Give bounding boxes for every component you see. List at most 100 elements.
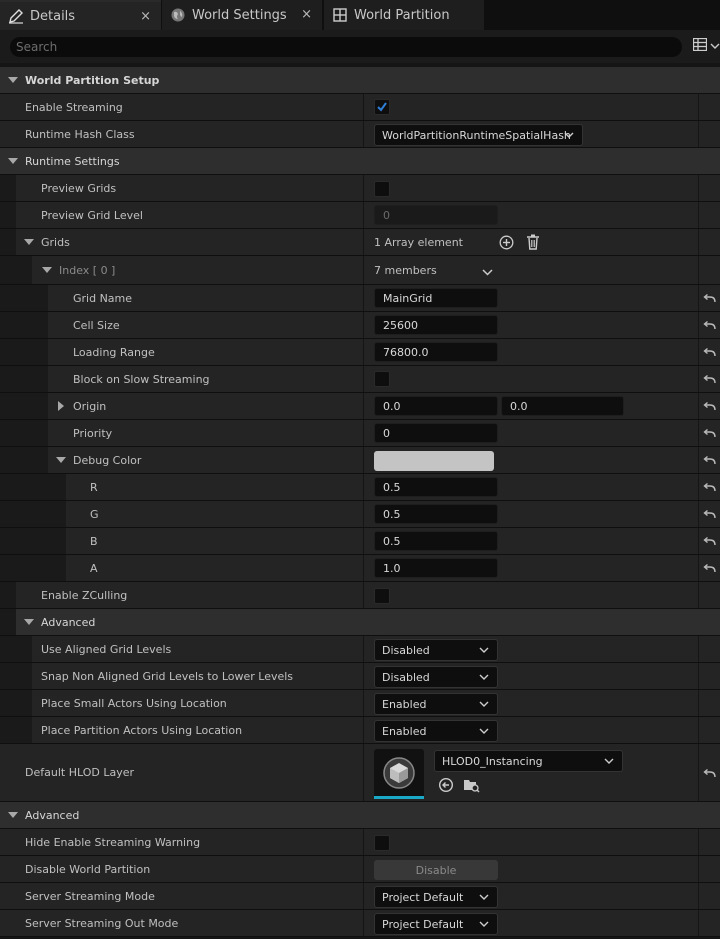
- category-advanced-inner[interactable]: Advanced: [0, 609, 720, 636]
- snap-non-aligned-dropdown[interactable]: Disabled: [374, 666, 498, 688]
- chevron-down-icon[interactable]: [56, 447, 66, 473]
- place-partition-actors-dropdown[interactable]: Enabled: [374, 720, 498, 742]
- members-count: 7 members: [374, 263, 437, 277]
- property-label: Default HLOD Layer: [25, 766, 134, 779]
- property-row: B 0.5: [0, 528, 720, 555]
- chevron-down-icon[interactable]: [42, 256, 52, 284]
- property-row: Loading Range 76800.0: [0, 339, 720, 366]
- property-label: Runtime Hash Class: [25, 127, 135, 141]
- chevron-down-icon: [604, 755, 614, 768]
- category-world-partition-setup[interactable]: World Partition Setup: [0, 67, 720, 94]
- enable-streaming-checkbox[interactable]: [374, 99, 390, 115]
- origin-x-input[interactable]: 0.0: [374, 396, 498, 416]
- property-row: Place Partition Actors Using Location En…: [0, 717, 720, 744]
- preview-grid-level-input[interactable]: 0: [374, 205, 498, 225]
- tab-details[interactable]: Details ×: [0, 0, 161, 30]
- property-label: Origin: [73, 399, 107, 413]
- reset-to-default-icon[interactable]: [703, 744, 716, 801]
- property-row: A 1.0: [0, 555, 720, 582]
- chevron-down-icon: [479, 671, 489, 684]
- color-r-input[interactable]: 0.5: [374, 477, 498, 497]
- preview-grids-checkbox[interactable]: [374, 181, 390, 197]
- dropdown-value: Project Default: [382, 917, 464, 931]
- reset-to-default-icon[interactable]: [703, 393, 716, 419]
- grid-icon: [332, 7, 348, 23]
- search-input[interactable]: Search: [10, 37, 682, 57]
- dropdown-value: Enabled: [382, 724, 427, 738]
- reset-to-default-icon[interactable]: [703, 420, 716, 446]
- place-small-actors-dropdown[interactable]: Enabled: [374, 693, 498, 715]
- enable-zculling-checkbox[interactable]: [374, 588, 390, 604]
- property-label: B: [90, 534, 98, 548]
- property-row: Hide Enable Streaming Warning: [0, 829, 720, 856]
- property-label: Loading Range: [73, 345, 155, 359]
- property-label: Grids: [41, 235, 70, 249]
- property-label: Preview Grids: [41, 181, 117, 195]
- color-a-input[interactable]: 1.0: [374, 558, 498, 578]
- grid-name-input[interactable]: MainGrid: [374, 288, 498, 308]
- tab-world-settings[interactable]: World Settings ×: [162, 0, 322, 30]
- reset-to-default-icon[interactable]: [703, 501, 716, 527]
- chevron-down-icon[interactable]: [8, 148, 18, 174]
- property-label: Block on Slow Streaming: [73, 372, 210, 386]
- priority-input[interactable]: 0: [374, 423, 498, 443]
- array-count: 1 Array element: [374, 235, 463, 249]
- chevron-right-icon[interactable]: [58, 393, 64, 419]
- reset-to-default-icon[interactable]: [703, 474, 716, 500]
- origin-y-input[interactable]: 0.0: [501, 396, 624, 416]
- chevron-down-icon[interactable]: [24, 229, 34, 255]
- color-b-input[interactable]: 0.5: [374, 531, 498, 551]
- reset-to-default-icon[interactable]: [703, 285, 716, 311]
- property-label: Server Streaming Out Mode: [25, 916, 179, 930]
- server-streaming-out-mode-dropdown[interactable]: Project Default: [374, 913, 498, 935]
- use-selected-icon[interactable]: [438, 777, 454, 796]
- chevron-down-icon: [479, 891, 489, 904]
- close-icon[interactable]: ×: [301, 7, 312, 22]
- cell-size-input[interactable]: 25600: [374, 315, 498, 335]
- category-label: Advanced: [41, 615, 96, 629]
- dropdown-value: Enabled: [382, 697, 427, 711]
- disable-world-partition-button[interactable]: Disable: [374, 860, 498, 880]
- runtime-hash-class-dropdown[interactable]: WorldPartitionRuntimeSpatialHash: [374, 124, 583, 146]
- chevron-down-icon: [479, 725, 489, 738]
- chevron-down-icon[interactable]: [24, 609, 34, 635]
- browse-folder-icon[interactable]: [463, 777, 480, 796]
- debug-color-swatch[interactable]: [374, 451, 494, 471]
- server-streaming-mode-dropdown[interactable]: Project Default: [374, 886, 498, 908]
- add-element-icon[interactable]: [499, 235, 514, 253]
- dropdown-value: Project Default: [382, 890, 464, 904]
- reset-to-default-icon[interactable]: [703, 339, 716, 365]
- property-label: R: [90, 480, 98, 494]
- view-options-button[interactable]: [692, 37, 720, 54]
- property-row: Grids 1 Array element: [0, 229, 720, 256]
- globe-icon: [170, 7, 186, 23]
- reset-to-default-icon[interactable]: [703, 528, 716, 554]
- loading-range-input[interactable]: 76800.0: [374, 342, 498, 362]
- tab-world-partition[interactable]: World Partition: [324, 0, 484, 30]
- trash-icon[interactable]: [526, 234, 540, 253]
- property-label: Enable ZCulling: [41, 588, 128, 602]
- use-aligned-grid-levels-dropdown[interactable]: Disabled: [374, 639, 498, 661]
- chevron-down-icon[interactable]: [8, 67, 18, 93]
- hlod-layer-dropdown[interactable]: HLOD0_Instancing: [434, 750, 623, 772]
- property-row: Server Streaming Mode Project Default: [0, 883, 720, 910]
- block-slow-streaming-checkbox[interactable]: [374, 371, 390, 387]
- close-icon[interactable]: ×: [140, 9, 151, 24]
- reset-to-default-icon[interactable]: [703, 312, 716, 338]
- reset-to-default-icon[interactable]: [703, 555, 716, 581]
- property-row: Enable Streaming: [0, 94, 720, 121]
- reset-to-default-icon[interactable]: [703, 366, 716, 392]
- dropdown-value: HLOD0_Instancing: [442, 754, 543, 768]
- asset-thumbnail[interactable]: [374, 749, 424, 799]
- reset-to-default-icon[interactable]: [703, 447, 716, 473]
- hide-streaming-warning-checkbox[interactable]: [374, 835, 390, 851]
- chevron-down-icon[interactable]: [482, 266, 493, 279]
- chevron-down-icon[interactable]: [8, 802, 18, 828]
- property-row: Preview Grids: [0, 175, 720, 202]
- property-row: Runtime Hash Class WorldPartitionRuntime…: [0, 121, 720, 148]
- category-advanced[interactable]: Advanced: [0, 802, 720, 829]
- category-runtime-settings[interactable]: Runtime Settings: [0, 148, 720, 175]
- property-row: Server Streaming Out Mode Project Defaul…: [0, 910, 720, 937]
- color-g-input[interactable]: 0.5: [374, 504, 498, 524]
- pencil-icon: [8, 8, 24, 24]
